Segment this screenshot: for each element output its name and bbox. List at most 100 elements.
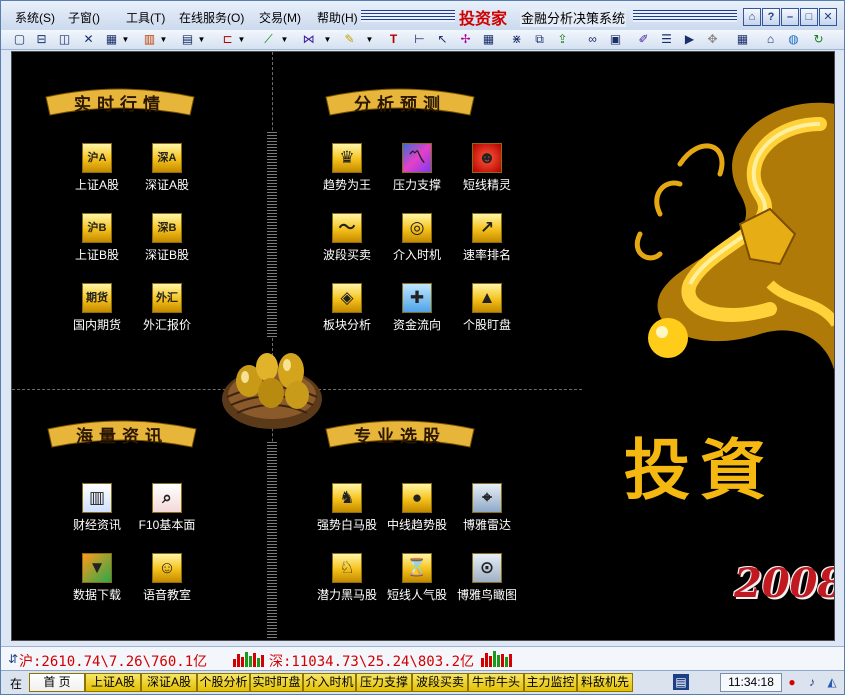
chevron-down-icon[interactable]: ▼ <box>237 32 246 47</box>
pen-icon[interactable]: ✎ <box>341 31 358 48</box>
item-forex[interactable]: 外汇 外汇报价 <box>137 283 197 333</box>
tab-home[interactable]: 首 页 <box>29 673 85 692</box>
item-short-spirit[interactable]: ☻ 短线精灵 <box>457 143 517 193</box>
color-bars-icon[interactable]: ▥ <box>141 31 158 48</box>
item-timing[interactable]: ◎ 介入时机 <box>387 213 447 263</box>
item-sz-a[interactable]: 深A 深证A股 <box>137 143 197 193</box>
item-finance-news[interactable]: ▥ 财经资讯 <box>67 483 127 533</box>
grid-icon[interactable]: ▦ <box>103 31 120 48</box>
item-white-horse[interactable]: ♞ 强势白马股 <box>317 483 377 533</box>
divider-bar-top <box>267 132 277 337</box>
stack-icon[interactable]: ⧉ <box>531 31 548 48</box>
restore-icon[interactable]: □ <box>800 8 818 26</box>
tab-anticipate[interactable]: 料敌机先 <box>577 673 633 692</box>
item-sh-b[interactable]: 沪B 上证B股 <box>67 213 127 263</box>
item-sz-b[interactable]: 深B 深证B股 <box>137 213 197 263</box>
chevron-down-icon[interactable]: ▼ <box>365 32 374 47</box>
draw-icon[interactable]: ✐ <box>635 31 652 48</box>
speed-rank-icon: ↗ <box>472 213 502 243</box>
item-pressure-support[interactable]: 〽 压力支撑 <box>387 143 447 193</box>
text-tool-icon[interactable]: T <box>385 31 402 48</box>
tab-wave-trade[interactable]: 波段买卖 <box>412 673 468 692</box>
menu-trade[interactable]: 交易(M) <box>259 9 301 26</box>
tab-main-force[interactable]: 主力监控 <box>524 673 577 692</box>
menu-help[interactable]: 帮助(H) <box>317 9 358 26</box>
chevron-down-icon[interactable]: ▼ <box>323 32 332 47</box>
globe-icon[interactable]: ◍ <box>785 31 802 48</box>
connection-icon[interactable]: ● <box>784 674 800 690</box>
menu-subwindow[interactable]: 子窗() <box>68 9 100 26</box>
item-futures[interactable]: 期货 国内期货 <box>67 283 127 333</box>
table-icon[interactable]: ▤ <box>179 31 196 48</box>
keyboard-icon[interactable]: ▦ <box>734 31 751 48</box>
tab-timing[interactable]: 介入时机 <box>303 673 356 692</box>
item-radar[interactable]: ⌖ 博雅雷达 <box>457 483 517 533</box>
refresh-icon[interactable]: ↻ <box>810 31 827 48</box>
item-dark-horse[interactable]: ♘ 潜力黑马股 <box>317 553 377 603</box>
tab-bull-leader[interactable]: 牛市牛头 <box>468 673 524 692</box>
item-sh-a[interactable]: 沪A 上证A股 <box>67 143 127 193</box>
item-fund-flow[interactable]: ✚ 资金流向 <box>387 283 447 333</box>
item-download[interactable]: ▼ 数据下载 <box>67 553 127 603</box>
item-voice-class[interactable]: ☺ 语音教室 <box>137 553 197 603</box>
tab-stock-analysis[interactable]: 个股分析 <box>197 673 250 692</box>
network-status-icon[interactable]: ◭ <box>824 674 840 690</box>
play-icon[interactable]: ▶ <box>681 31 698 48</box>
divider-bar-bottom <box>267 442 277 640</box>
item-stock-watch[interactable]: ▲ 个股盯盘 <box>457 283 517 333</box>
volume-icon[interactable]: ⋈ <box>300 31 317 48</box>
cursor-icon[interactable]: ↖ <box>434 31 451 48</box>
item-birdseye[interactable]: ⊙ 博雅鸟瞰图 <box>457 553 517 603</box>
calc-icon[interactable]: ▦ <box>480 31 497 48</box>
voice-class-icon: ☺ <box>152 553 182 583</box>
sz-b-icon: 深B <box>152 213 182 243</box>
home-icon[interactable]: ⌂ <box>743 8 761 26</box>
window-list-icon[interactable]: ▤ <box>673 674 689 690</box>
ticker-sh: 沪:2610.74\7.26\760.1亿 <box>19 654 208 670</box>
menu-online-service[interactable]: 在线服务(O) <box>179 9 244 26</box>
item-label: 波段买卖 <box>322 248 371 262</box>
split-vertical-icon[interactable]: ◫ <box>56 31 73 48</box>
clipboard-icon[interactable]: ▣ <box>607 31 624 48</box>
menu-tools[interactable]: 工具(T) <box>126 9 165 26</box>
tab-sz-a[interactable]: 深证A股 <box>141 673 197 692</box>
item-sector[interactable]: ◈ 板块分析 <box>317 283 377 333</box>
new-window-icon[interactable]: ▢ <box>11 31 28 48</box>
item-wave-trade[interactable]: 〜 波段买卖 <box>317 213 377 263</box>
home-icon[interactable]: ⌂ <box>762 31 779 48</box>
item-speed-rank[interactable]: ↗ 速率排名 <box>457 213 517 263</box>
chevron-down-icon[interactable]: ▼ <box>121 32 130 47</box>
tab-sh-a[interactable]: 上证A股 <box>85 673 141 692</box>
minimize-icon[interactable]: – <box>781 8 799 26</box>
chevron-down-icon[interactable]: ▼ <box>159 32 168 47</box>
tab-pressure-support[interactable]: 压力支撑 <box>356 673 412 692</box>
move-icon[interactable]: ✥ <box>704 31 721 48</box>
item-label: 短线人气股 <box>386 588 447 602</box>
close-icon[interactable]: ✕ <box>819 8 837 26</box>
split-horizontal-icon[interactable]: ⊟ <box>33 31 50 48</box>
item-label: 上证A股 <box>74 178 119 192</box>
chevron-down-icon[interactable]: ▼ <box>197 32 206 47</box>
item-label: 中线趋势股 <box>386 518 447 532</box>
kline-icon[interactable]: ⊏ <box>219 31 236 48</box>
tree-icon[interactable]: ⊢ <box>411 31 428 48</box>
item-label: 深证A股 <box>144 178 189 192</box>
line-chart-icon[interactable]: ⟋ <box>260 31 277 48</box>
menu-system[interactable]: 系统(S) <box>15 9 55 26</box>
item-f10[interactable]: ⌕ F10基本面 <box>137 483 197 533</box>
close-window-icon[interactable]: ✕ <box>80 31 97 48</box>
link-icon[interactable]: ∞ <box>584 31 601 48</box>
export-icon[interactable]: ⇪ <box>554 31 571 48</box>
tab-realtime-watch[interactable]: 实时盯盘 <box>250 673 303 692</box>
item-label: 速率排名 <box>462 248 511 262</box>
item-trend[interactable]: ♛ 趋势为王 <box>317 143 377 193</box>
alert-bell-icon[interactable]: ♪ <box>804 674 820 690</box>
item-popular[interactable]: ⌛ 短线人气股 <box>387 553 447 603</box>
chevron-down-icon[interactable]: ▼ <box>280 32 289 47</box>
network-icon[interactable]: ⋇ <box>508 31 525 48</box>
item-mid-trend[interactable]: ● 中线趋势股 <box>387 483 447 533</box>
brand-big-title: 投資 <box>624 431 776 509</box>
crosshair-icon[interactable]: ✢ <box>457 31 474 48</box>
list-icon[interactable]: ☰ <box>658 31 675 48</box>
help-icon[interactable]: ? <box>762 8 780 26</box>
